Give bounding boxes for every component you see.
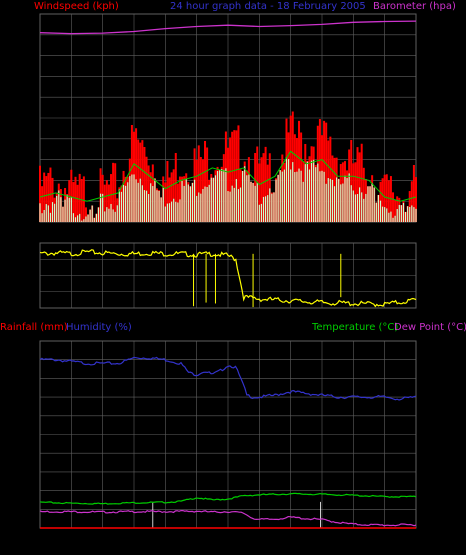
humidity-axis-title: Humidity (%) [66, 322, 132, 333]
dew-point-axis-title: Dew Point (°C) [394, 322, 466, 333]
weather-chart: Windspeed (kph) 24 hour graph data - 18 … [0, 0, 466, 555]
rainfall-axis-title: Rainfall (mm) [0, 322, 68, 333]
temperature-axis-title: Temperature (°C) [311, 322, 398, 333]
barometer-axis-title: Barometer (hpa) [373, 1, 456, 12]
windspeed-axis-title: Windspeed (kph) [34, 1, 119, 12]
chart-title: 24 hour graph data - 18 February 2005 [170, 1, 366, 12]
